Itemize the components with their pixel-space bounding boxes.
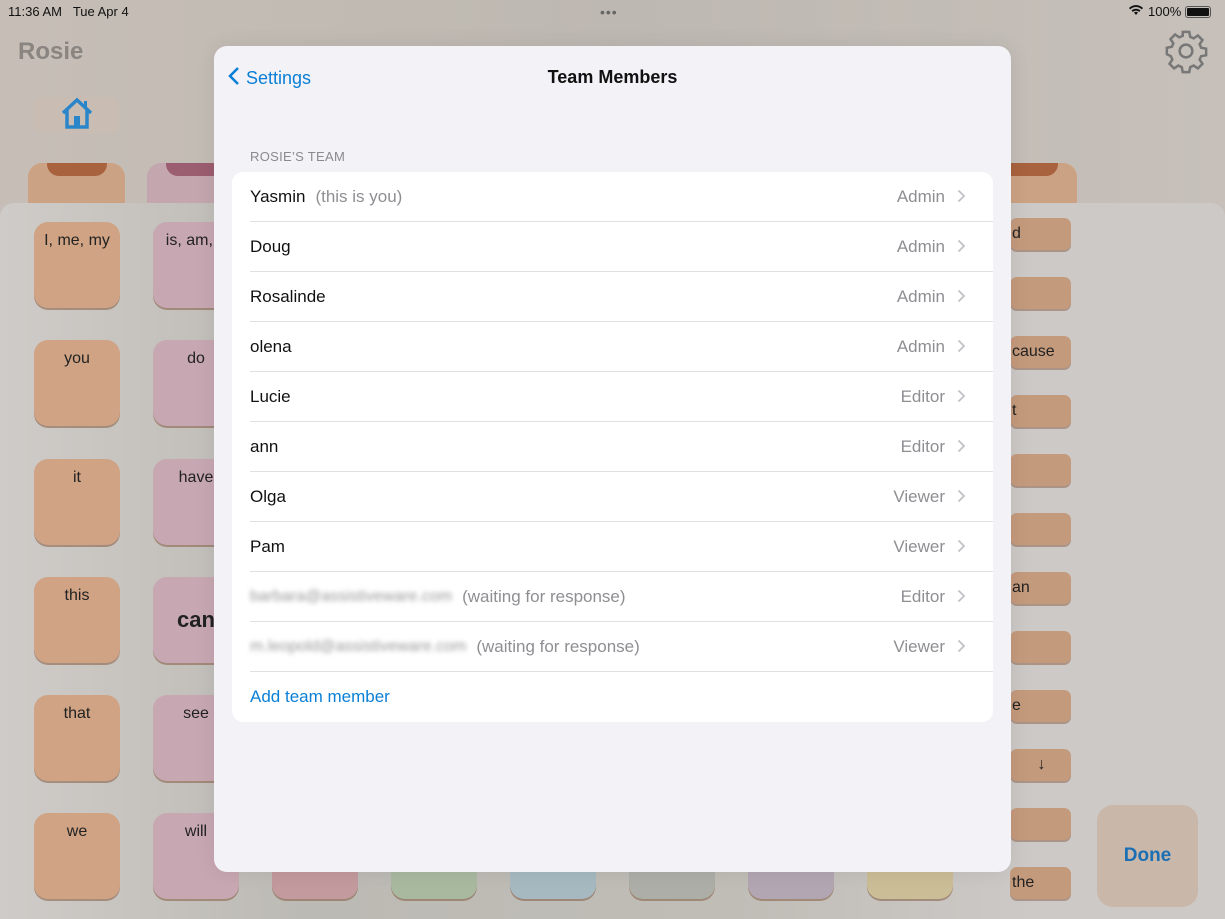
team-member-row[interactable]: Yasmin (this is you) Admin xyxy=(232,172,993,222)
tile-label: you xyxy=(64,350,90,367)
member-email: m.leopold@assistiveware.com xyxy=(250,638,467,655)
team-members-modal: Settings Team Members ROSIE’S TEAM Yasmi… xyxy=(214,46,1011,872)
tile-label: have xyxy=(178,469,214,486)
vocab-tile[interactable]: d xyxy=(1010,218,1071,250)
chevron-right-icon xyxy=(957,587,977,608)
chevron-right-icon xyxy=(957,487,977,508)
member-name: olena xyxy=(250,337,292,356)
member-role: Editor xyxy=(900,587,945,606)
member-name: Olga xyxy=(250,487,286,506)
vocab-tile[interactable] xyxy=(1010,454,1071,486)
chevron-right-icon xyxy=(957,187,977,208)
member-role: Admin xyxy=(896,237,945,256)
status-battery: 100% xyxy=(1128,4,1212,19)
vocab-tile[interactable] xyxy=(1010,631,1071,663)
vocab-tile[interactable]: I, me, my xyxy=(34,222,120,308)
member-name: Yasmin xyxy=(250,187,306,206)
tile-label: that xyxy=(63,705,91,722)
vocab-tile[interactable] xyxy=(1010,277,1071,309)
member-email: barbara@assistiveware.com xyxy=(250,588,453,605)
tile-label: we xyxy=(66,823,88,840)
section-header: ROSIE’S TEAM xyxy=(250,149,346,164)
tile-label: do xyxy=(187,350,205,367)
vocab-tile[interactable]: the xyxy=(1010,867,1071,899)
home-button[interactable] xyxy=(34,97,119,133)
member-role: Admin xyxy=(896,287,945,306)
chevron-right-icon xyxy=(957,387,977,408)
pending-member-row[interactable]: m.leopold@assistiveware.com (waiting for … xyxy=(232,622,993,672)
tile-label: ↓ xyxy=(1037,756,1046,773)
done-button[interactable]: Done xyxy=(1097,805,1198,907)
vocab-tile[interactable]: we xyxy=(34,813,120,899)
member-role: Viewer xyxy=(893,637,945,656)
member-role: Viewer xyxy=(893,537,945,556)
team-member-row[interactable]: Pam Viewer xyxy=(232,522,993,572)
home-icon xyxy=(59,97,95,134)
team-member-row[interactable]: Lucie Editor xyxy=(232,372,993,422)
member-name: Doug xyxy=(250,237,291,256)
chevron-right-icon xyxy=(957,637,977,658)
member-name: Rosalinde xyxy=(250,287,326,306)
vocab-tile[interactable] xyxy=(1010,808,1071,840)
app-title: Rosie xyxy=(18,38,84,65)
chevron-right-icon xyxy=(957,287,977,308)
chevron-right-icon xyxy=(957,237,977,258)
chevron-right-icon xyxy=(957,337,977,358)
vocab-tile[interactable]: cause xyxy=(1010,336,1071,368)
tile-label: d xyxy=(1012,225,1021,242)
chevron-right-icon xyxy=(957,437,977,458)
member-name: Lucie xyxy=(250,387,291,406)
member-name: ann xyxy=(250,437,279,456)
tile-label: e xyxy=(1012,697,1021,714)
member-note: (waiting for response) xyxy=(462,587,626,606)
team-member-row[interactable]: Doug Admin xyxy=(232,222,993,272)
tile-label: an xyxy=(1012,579,1030,596)
tile-label: the xyxy=(1012,874,1035,891)
vocab-tile[interactable]: you xyxy=(34,340,120,426)
tile-label: cause xyxy=(1012,343,1055,360)
team-member-row[interactable]: Rosalinde Admin xyxy=(232,272,993,322)
member-note: (this is you) xyxy=(315,187,403,206)
tile-label: can xyxy=(177,607,215,632)
tile-label: this xyxy=(64,587,90,604)
tile-label: see xyxy=(183,705,209,722)
vocab-tile[interactable]: that xyxy=(34,695,120,781)
vocab-tile[interactable]: it xyxy=(34,459,120,545)
multitask-dots-icon[interactable]: ••• xyxy=(600,4,618,20)
pending-member-row[interactable]: barbara@assistiveware.com (waiting for re… xyxy=(232,572,993,622)
tile-label: will xyxy=(184,823,208,840)
battery-icon xyxy=(1185,5,1212,18)
vocab-tile[interactable]: ↓ xyxy=(1010,749,1071,781)
team-member-row[interactable]: olena Admin xyxy=(232,322,993,372)
tile-label: t xyxy=(1012,402,1017,419)
add-team-member-label: Add team member xyxy=(250,687,390,706)
team-list: Yasmin (this is you) Admin Doug Admin Rosalin… xyxy=(232,172,993,722)
tile-label: it xyxy=(73,469,81,486)
team-member-row[interactable]: Olga Viewer xyxy=(232,472,993,522)
tile-label: I, me, my xyxy=(44,232,110,249)
member-name: Pam xyxy=(250,537,285,556)
vocab-tile[interactable]: t xyxy=(1010,395,1071,427)
vocab-tile[interactable]: e xyxy=(1010,690,1071,722)
wifi-icon xyxy=(1128,4,1144,19)
vocab-tile[interactable]: an xyxy=(1010,572,1071,604)
chevron-right-icon xyxy=(957,537,977,558)
member-role: Editor xyxy=(900,387,945,406)
add-team-member-button[interactable]: Add team member xyxy=(232,672,993,722)
member-role: Viewer xyxy=(893,487,945,506)
vocab-tile[interactable] xyxy=(1010,513,1071,545)
member-role: Editor xyxy=(900,437,945,456)
team-member-row[interactable]: ann Editor xyxy=(232,422,993,472)
vocab-tile[interactable]: this xyxy=(34,577,120,663)
member-role: Admin xyxy=(896,337,945,356)
member-note: (waiting for response) xyxy=(476,637,640,656)
gear-icon[interactable] xyxy=(1163,28,1209,79)
member-role: Admin xyxy=(896,187,945,206)
modal-title: Team Members xyxy=(547,67,678,87)
status-time: 11:36 AM Tue Apr 4 xyxy=(8,4,129,19)
